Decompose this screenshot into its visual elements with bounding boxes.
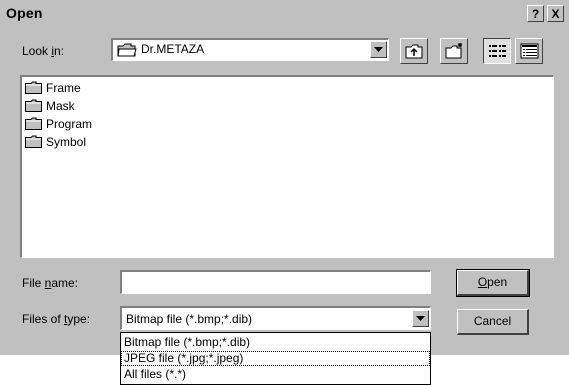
folder-name: Symbol — [46, 135, 87, 149]
dropdown-option[interactable]: Bitmap file (*.bmp;*.dib) — [121, 335, 430, 350]
up-one-level-button[interactable] — [400, 38, 428, 64]
folder-name: Mask — [46, 99, 75, 113]
file-type-label: Files of type: — [22, 312, 91, 326]
list-item[interactable]: Program — [25, 115, 92, 133]
open-button[interactable]: Open — [456, 269, 530, 297]
list-item[interactable]: Symbol — [25, 133, 86, 151]
folder-name: Frame — [46, 81, 81, 95]
file-list[interactable]: Frame Mask Program Symbol — [20, 75, 554, 258]
up-folder-icon — [405, 44, 423, 59]
list-view-icon — [489, 45, 506, 57]
new-folder-button[interactable] — [440, 38, 468, 64]
look-in-value: Dr.METAZA — [141, 42, 205, 56]
folder-icon — [25, 117, 42, 130]
list-item[interactable]: Mask — [25, 97, 75, 115]
file-type-dropdown-list[interactable]: Bitmap file (*.bmp;*.dib) JPEG file (*.j… — [120, 332, 431, 385]
list-item[interactable]: Frame — [25, 79, 81, 97]
open-dialog: Open ? X Look in: Dr.METAZA Frame Mask P… — [0, 0, 569, 355]
list-view-button[interactable] — [483, 38, 511, 64]
folder-icon — [25, 99, 42, 112]
file-type-value: Bitmap file (*.bmp;*.dib) — [126, 312, 253, 326]
dropdown-option[interactable]: JPEG file (*.jpg;*.jpeg) — [121, 351, 430, 366]
folder-icon — [25, 135, 42, 148]
look-in-label: Look in: — [22, 44, 65, 58]
close-button[interactable]: X — [547, 5, 564, 22]
file-name-input[interactable] — [120, 270, 431, 294]
new-folder-icon — [445, 43, 462, 59]
details-view-button[interactable] — [515, 38, 543, 64]
folder-name: Program — [46, 117, 93, 131]
file-name-label: File name: — [22, 276, 79, 290]
cancel-button[interactable]: Cancel — [457, 309, 529, 335]
dialog-title: Open — [6, 5, 43, 21]
file-type-dropdown-button[interactable] — [412, 310, 429, 327]
look-in-combo[interactable]: Dr.METAZA — [111, 38, 389, 61]
title-bar: Open ? X — [0, 0, 569, 28]
details-view-icon — [520, 43, 539, 59]
file-type-combo[interactable]: Bitmap file (*.bmp;*.dib) — [120, 306, 431, 330]
folder-icon — [25, 81, 42, 94]
chevron-down-icon — [374, 47, 383, 52]
dropdown-option[interactable]: All files (*.*) — [121, 367, 430, 382]
help-button[interactable]: ? — [527, 5, 544, 22]
look-in-dropdown-button[interactable] — [370, 41, 387, 58]
chevron-down-icon — [416, 316, 425, 321]
drive-folder-icon — [117, 42, 137, 61]
